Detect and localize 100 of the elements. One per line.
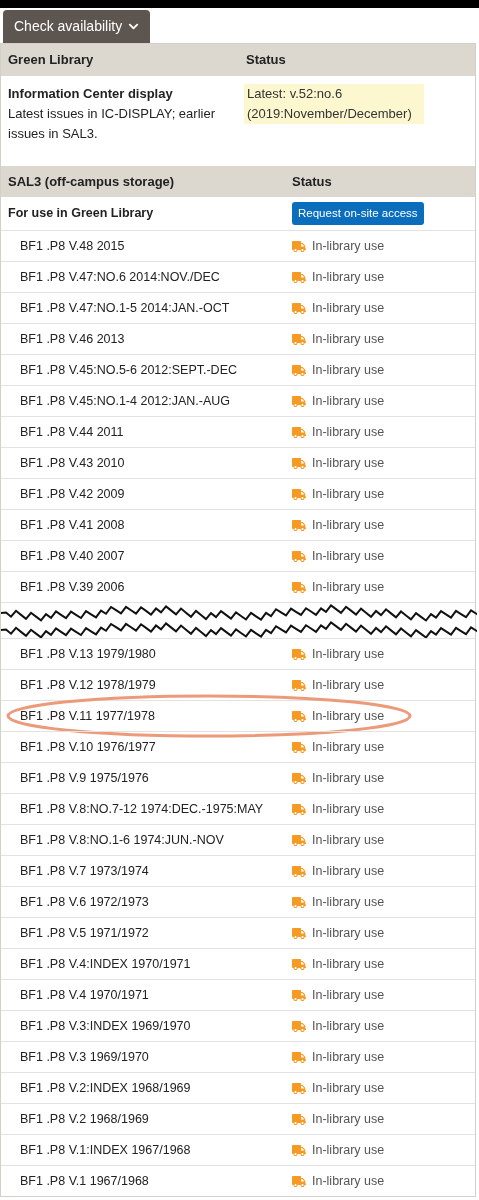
call-number: BF1 .P8 V.47:NO.1-5 2014:JAN.-OCT bbox=[20, 299, 231, 317]
call-number: BF1 .P8 V.1 1967/1968 bbox=[20, 1172, 150, 1190]
status-text: In-library use bbox=[312, 361, 385, 379]
truck-icon bbox=[292, 864, 306, 878]
truck-icon bbox=[292, 833, 306, 847]
truck-icon bbox=[292, 518, 306, 532]
status-text: In-library use bbox=[312, 707, 385, 725]
column-header: Green Library bbox=[8, 51, 95, 70]
truck-icon bbox=[292, 1019, 306, 1033]
call-number: BF1 .P8 V.41 2008 bbox=[20, 516, 126, 534]
truck-icon bbox=[292, 332, 306, 346]
latest-issue-status: Latest: v.52:no.6 (2019:November/December) bbox=[244, 84, 424, 124]
call-number: BF1 .P8 V.45:NO.1-4 2012:JAN.-AUG bbox=[20, 392, 232, 410]
status-text: In-library use bbox=[312, 1141, 385, 1159]
status-text: In-library use bbox=[312, 454, 385, 472]
status-text: In-library use bbox=[312, 578, 385, 596]
chevron-icon bbox=[128, 21, 140, 32]
truck-icon bbox=[292, 1143, 306, 1157]
truck-icon bbox=[292, 802, 306, 816]
call-number: BF1 .P8 V.5 1971/1972 bbox=[20, 924, 150, 942]
status-text: In-library use bbox=[312, 237, 385, 255]
call-number: BF1 .P8 V.43 2010 bbox=[20, 454, 126, 472]
call-number: BF1 .P8 V.12 1978/1979 bbox=[20, 676, 157, 694]
call-number: BF1 .P8 V.4 1970/1971 bbox=[20, 986, 150, 1004]
truck-icon bbox=[292, 1081, 306, 1095]
status-text: In-library use bbox=[312, 299, 385, 317]
status-text: In-library use bbox=[312, 1110, 385, 1128]
truck-icon bbox=[292, 456, 306, 470]
use-note: For use in Green Library bbox=[8, 205, 155, 223]
truck-icon bbox=[292, 549, 306, 563]
truck-icon bbox=[292, 425, 306, 439]
truck-icon bbox=[292, 678, 306, 692]
status-text: In-library use bbox=[312, 955, 385, 973]
call-number: BF1 .P8 V.3:INDEX 1969/1970 bbox=[20, 1017, 192, 1035]
call-number: BF1 .P8 V.46 2013 bbox=[20, 330, 126, 348]
location-name: Information Center display bbox=[8, 85, 174, 103]
status-text: In-library use bbox=[312, 1017, 385, 1035]
column-header: Status bbox=[246, 51, 286, 70]
truck-icon bbox=[292, 709, 306, 723]
call-number: BF1 .P8 V.3 1969/1970 bbox=[20, 1048, 150, 1066]
call-number: BF1 .P8 V.47:NO.6 2014:NOV./DEC bbox=[20, 268, 221, 286]
truck-icon bbox=[292, 740, 306, 754]
truck-icon bbox=[292, 957, 306, 971]
truck-icon bbox=[292, 301, 306, 315]
call-number: BF1 .P8 V.13 1979/1980 bbox=[20, 645, 157, 663]
status-text: In-library use bbox=[312, 862, 385, 880]
truck-icon bbox=[292, 1174, 306, 1188]
call-number: BF1 .P8 V.40 2007 bbox=[20, 547, 126, 565]
column-header: Status bbox=[292, 172, 332, 191]
call-number: BF1 .P8 V.2:INDEX 1968/1969 bbox=[20, 1079, 192, 1097]
status-text: In-library use bbox=[312, 516, 385, 534]
request-access-button[interactable]: Request on-site access bbox=[292, 201, 424, 226]
call-number: BF1 .P8 V.10 1976/1977 bbox=[20, 738, 157, 756]
call-number: BF1 .P8 V.1:INDEX 1967/1968 bbox=[20, 1141, 192, 1159]
call-number: BF1 .P8 V.4:INDEX 1970/1971 bbox=[20, 955, 192, 973]
call-number: BF1 .P8 V.9 1975/1976 bbox=[20, 769, 150, 787]
call-number: BF1 .P8 V.42 2009 bbox=[20, 485, 126, 503]
status-text: In-library use bbox=[312, 676, 385, 694]
status-text: In-library use bbox=[312, 986, 385, 1004]
status-text: In-library use bbox=[312, 547, 385, 565]
truck-icon bbox=[292, 394, 306, 408]
truck-icon bbox=[292, 580, 306, 594]
call-number: BF1 .P8 V.6 1972/1973 bbox=[20, 893, 150, 911]
status-text: In-library use bbox=[312, 1048, 385, 1066]
truck-icon bbox=[292, 988, 306, 1002]
call-number: BF1 .P8 V.7 1973/1974 bbox=[20, 862, 150, 880]
truck-icon bbox=[292, 926, 306, 940]
column-header: SAL3 (off-campus storage) bbox=[8, 172, 176, 191]
call-number: BF1 .P8 V.2 1968/1969 bbox=[20, 1110, 150, 1128]
status-text: In-library use bbox=[312, 392, 385, 410]
status-text: In-library use bbox=[312, 268, 385, 286]
call-number: BF1 .P8 V.8:NO.1-6 1974:JUN.-NOV bbox=[20, 831, 225, 849]
call-number: BF1 .P8 V.44 2011 bbox=[20, 423, 125, 441]
call-number: BF1 .P8 V.8:NO.7-12 1974:DEC.-1975:MAY bbox=[20, 800, 265, 818]
status-text: In-library use bbox=[312, 831, 385, 849]
status-text: In-library use bbox=[312, 738, 385, 756]
call-number: BF1 .P8 V.48 2015 bbox=[20, 237, 126, 255]
truck-icon bbox=[292, 270, 306, 284]
status-text: In-library use bbox=[312, 800, 385, 818]
truck-icon bbox=[292, 363, 306, 377]
status-text: In-library use bbox=[312, 1079, 385, 1097]
check-availability-button[interactable]: Check availability bbox=[3, 10, 151, 43]
status-text: In-library use bbox=[312, 645, 385, 663]
truck-icon bbox=[292, 771, 306, 785]
status-text: In-library use bbox=[312, 485, 385, 503]
status-text: In-library use bbox=[312, 769, 385, 787]
truck-icon bbox=[292, 1112, 306, 1126]
call-number: BF1 .P8 V.11 1977/1978 bbox=[20, 707, 156, 725]
status-text: In-library use bbox=[312, 330, 385, 348]
status-text: In-library use bbox=[312, 423, 385, 441]
truck-icon bbox=[292, 1050, 306, 1064]
call-number: BF1 .P8 V.45:NO.5-6 2012:SEPT.-DEC bbox=[20, 361, 238, 379]
status-text: In-library use bbox=[312, 893, 385, 911]
location-note: Latest issues in IC-DISPLAY; earlier issues in SAL3. bbox=[8, 105, 216, 143]
status-text: In-library use bbox=[312, 924, 385, 942]
truck-icon bbox=[292, 895, 306, 909]
truck-icon bbox=[292, 487, 306, 501]
truck-icon bbox=[292, 647, 306, 661]
truck-icon bbox=[292, 239, 306, 253]
call-number: BF1 .P8 V.39 2006 bbox=[20, 578, 126, 596]
